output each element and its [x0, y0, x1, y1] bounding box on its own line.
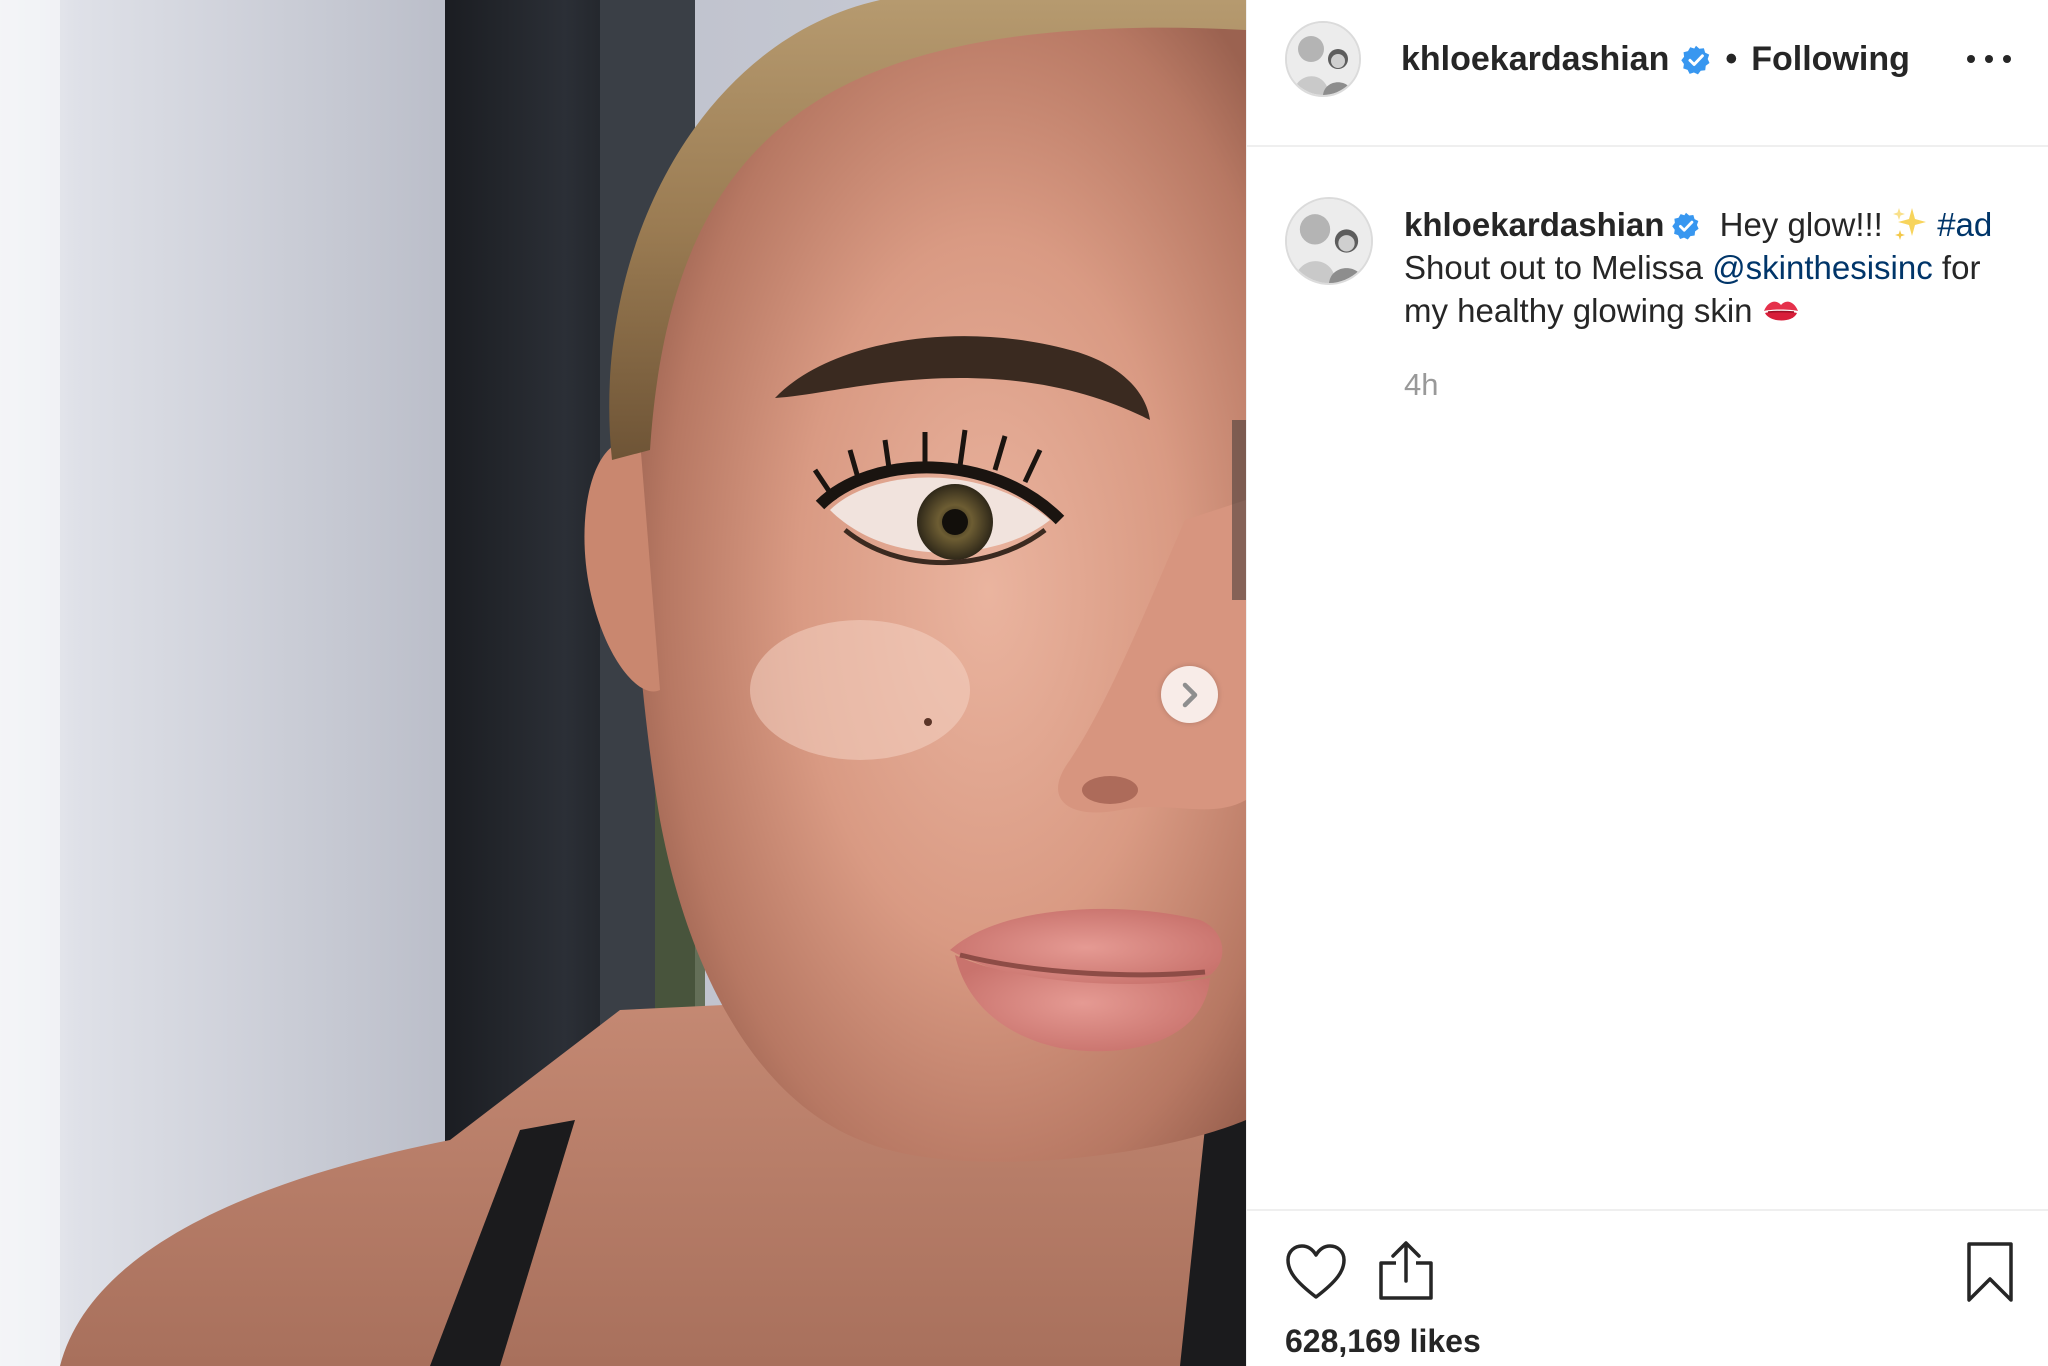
verified-badge-icon [1681, 45, 1710, 74]
bookmark-icon[interactable] [1965, 1241, 2015, 1303]
profile-avatar[interactable] [1285, 21, 1361, 97]
caption-text-part: Shout out to Melissa [1404, 249, 1713, 286]
action-bar: 628,169 likes [1247, 1209, 2048, 1366]
mention-link[interactable]: @skinthesisinc [1712, 249, 1933, 286]
post-photo-carousel[interactable] [0, 0, 1246, 1366]
avatar-image [1287, 199, 1371, 283]
sparkles-emoji [1893, 208, 1927, 240]
username-link[interactable]: khloekardashian [1401, 40, 1669, 79]
more-options-icon[interactable] [1967, 44, 2011, 74]
verified-badge-icon [1672, 212, 1700, 240]
avatar-image [1287, 23, 1359, 95]
heart-icon[interactable] [1285, 1243, 1347, 1301]
likes-count[interactable]: 628,169 likes [1285, 1323, 1481, 1360]
following-button[interactable]: Following [1751, 40, 1910, 79]
share-icon[interactable] [1377, 1239, 1435, 1301]
caption-avatar[interactable] [1285, 197, 1373, 285]
separator-dot: • [1725, 40, 1738, 78]
kiss-mark-emoji [1763, 301, 1798, 321]
next-photo-button[interactable] [1161, 666, 1218, 723]
caption-text: khloekardashian Hey glow!!! #ad Shout ou… [1404, 203, 2024, 332]
post-side-panel: khloekardashian • Following khloekardash… [1246, 0, 2048, 1366]
post-timestamp[interactable]: 4h [1404, 367, 1438, 403]
hashtag-link[interactable]: #ad [1937, 206, 1992, 243]
chevron-right-icon [1182, 682, 1197, 707]
caption-text-part: Hey glow!!! [1710, 206, 1893, 243]
post-photo [0, 0, 1246, 1366]
instagram-post: khloekardashian • Following khloekardash… [0, 0, 2048, 1366]
post-header: khloekardashian • Following [1247, 0, 2048, 147]
caption-username-link[interactable]: khloekardashian [1404, 206, 1664, 243]
